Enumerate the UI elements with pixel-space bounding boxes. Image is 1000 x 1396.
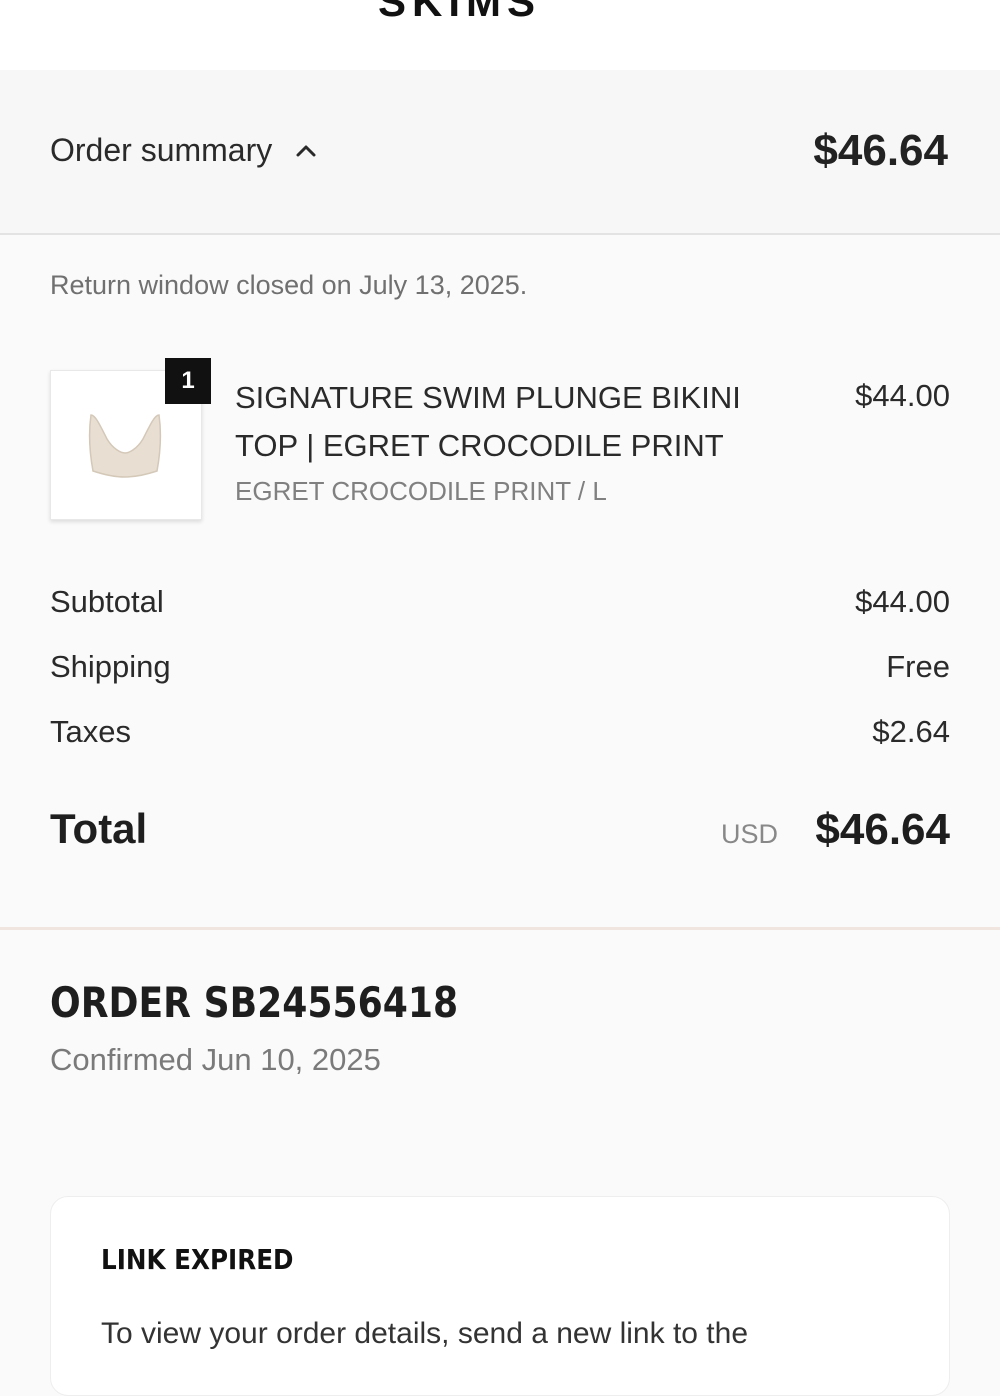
top-header: SKIMS <box>0 0 1000 70</box>
return-window-note: Return window closed on July 13, 2025. <box>50 270 528 300</box>
total-value: $46.64 <box>815 805 950 854</box>
link-expired-message: To view your order details, send a new l… <box>101 1317 749 1350</box>
order-number-heading: ORDER SB24556418 <box>50 978 459 1027</box>
order-confirmed-date: Confirmed Jun 10, 2025 <box>50 1042 381 1077</box>
bikini-top-thumbnail-icon <box>88 414 162 478</box>
product-variant: EGRET CROCODILE PRINT / L <box>235 476 607 506</box>
total-label: Total <box>50 805 148 852</box>
order-summary-label: Order summary <box>50 132 273 168</box>
order-summary-total: $46.64 <box>813 126 948 175</box>
product-name: SIGNATURE SWIM PLUNGE BIKINI TOP | EGRET… <box>235 380 741 463</box>
order-summary-toggle[interactable]: Order summary <box>50 132 318 169</box>
shipping-value: Free <box>886 649 950 684</box>
link-expired-card: LINK EXPIRED To view your order details,… <box>50 1196 950 1396</box>
link-expired-title: LINK EXPIRED <box>101 1243 294 1276</box>
brand-logo[interactable]: SKIMS <box>378 0 541 26</box>
total-currency: USD <box>720 819 778 849</box>
shipping-label: Shipping <box>50 649 171 684</box>
chevron-up-icon <box>294 139 318 163</box>
subtotal-label: Subtotal <box>50 584 164 619</box>
line-item: 1 SIGNATURE SWIM PLUNGE BIKINI TOP | EGR… <box>50 358 950 528</box>
section-divider <box>0 927 1000 930</box>
subtotal-value: $44.00 <box>855 584 950 619</box>
taxes-label: Taxes <box>50 714 131 749</box>
taxes-value: $2.64 <box>872 714 950 749</box>
total-row: Total USD $46.64 <box>50 805 950 865</box>
product-price: $44.00 <box>855 378 950 413</box>
quantity-badge: 1 <box>165 358 211 404</box>
